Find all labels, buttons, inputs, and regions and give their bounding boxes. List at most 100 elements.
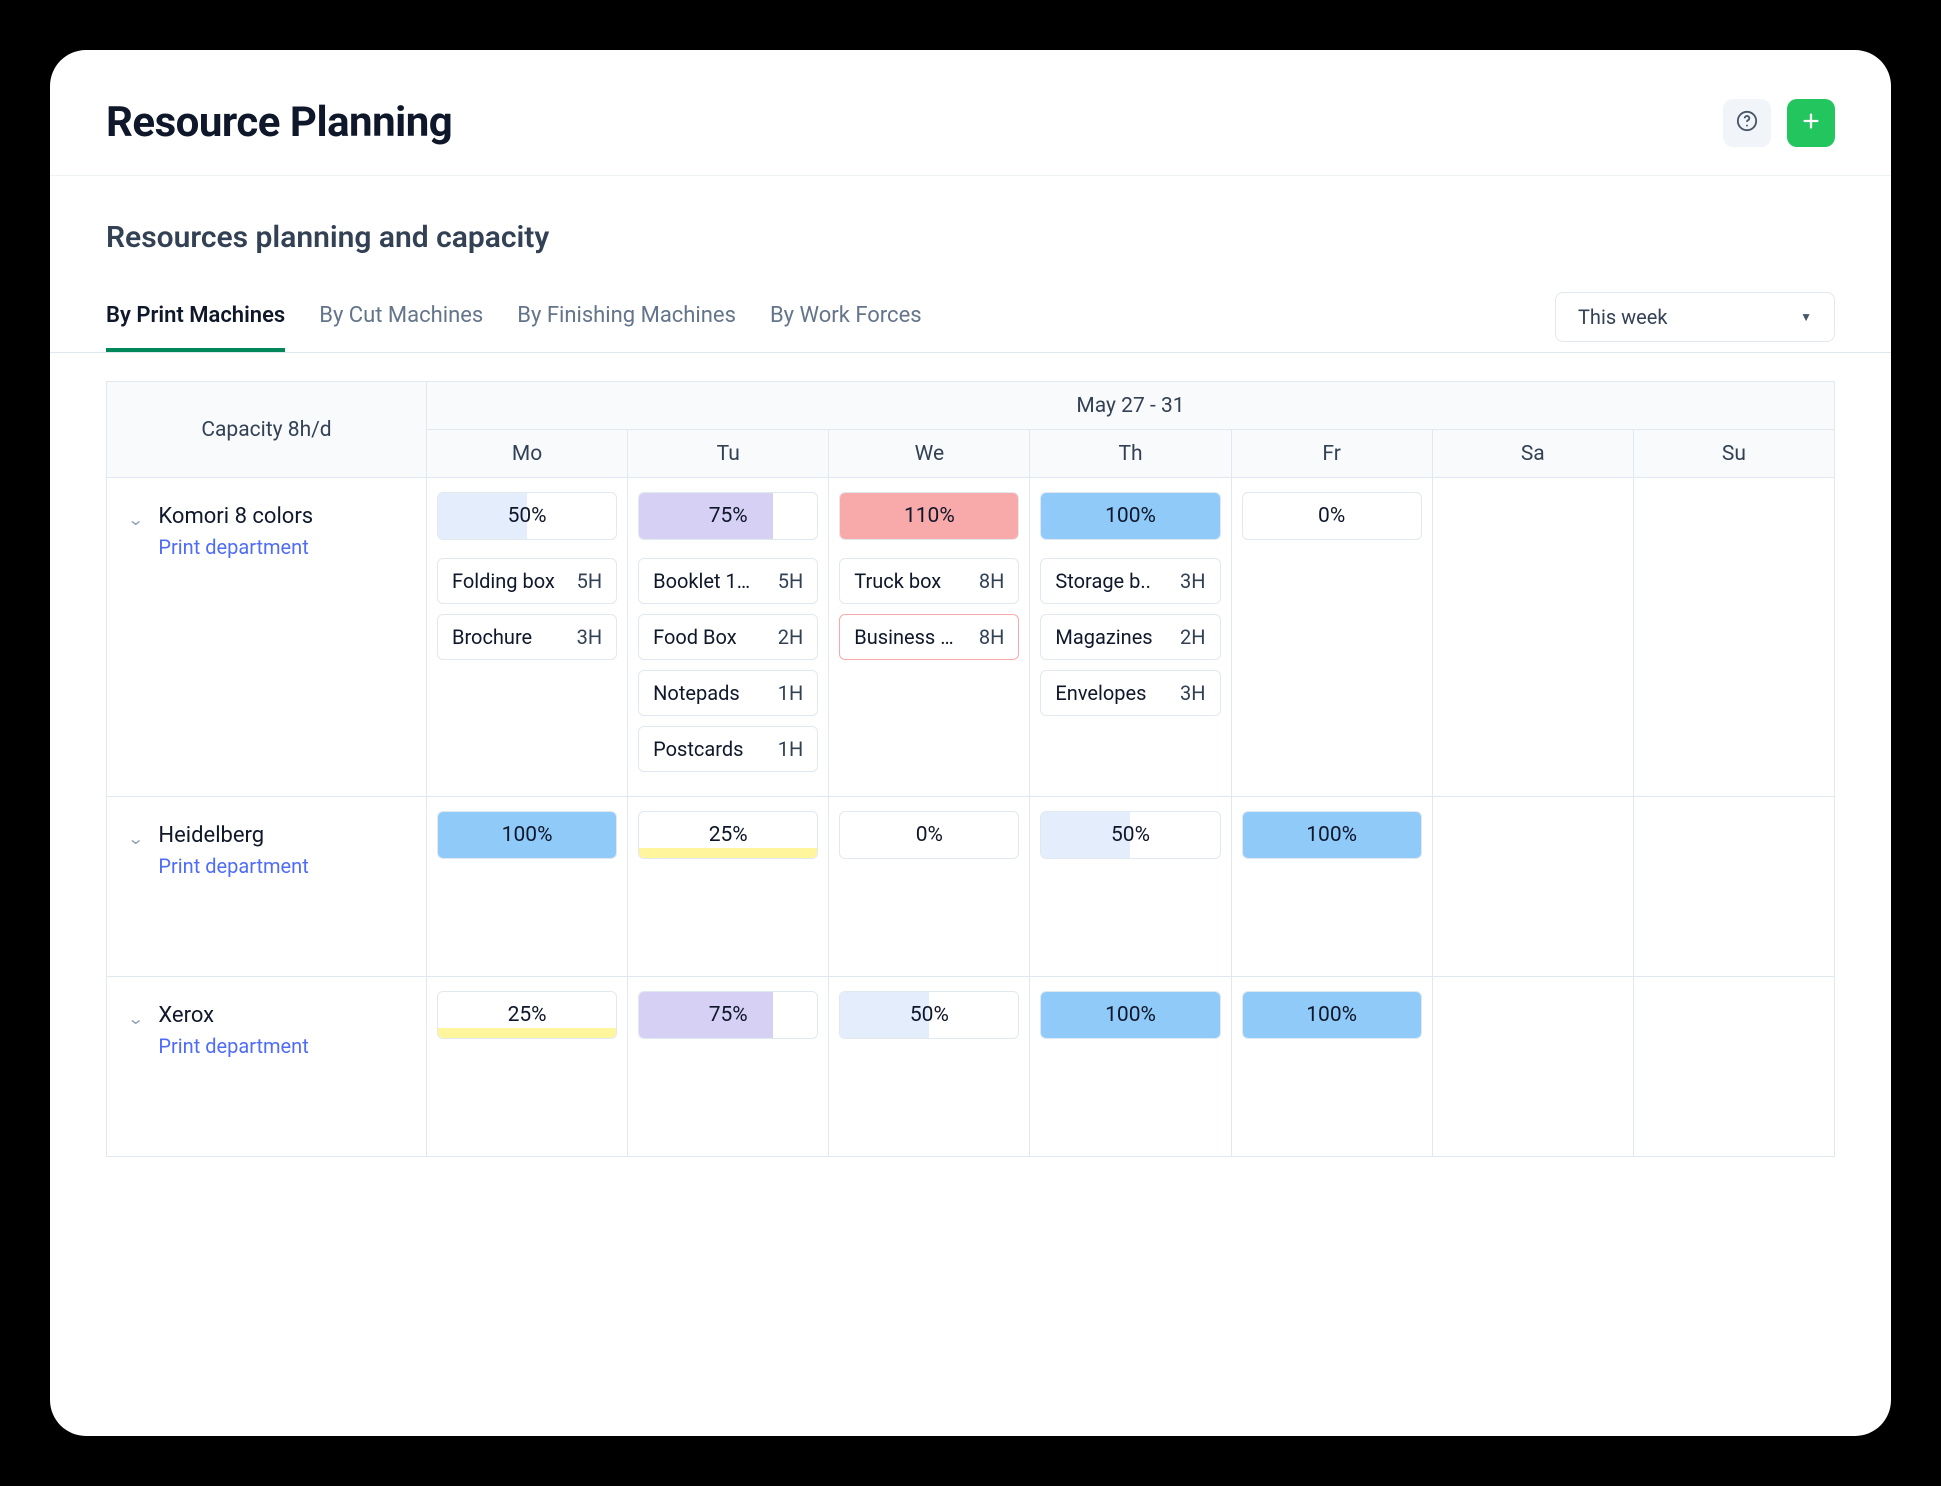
capacity-badge[interactable]: 50%	[437, 492, 617, 540]
page-header: Resource Planning	[50, 50, 1891, 175]
chevron-down-icon[interactable]: ⌄	[127, 1009, 144, 1028]
task-name: Postcards	[653, 737, 743, 761]
task-card[interactable]: Postcards1H	[638, 726, 818, 772]
resource-name: Heidelberg	[158, 823, 308, 848]
day-header-tu: Tu	[628, 430, 829, 478]
day-cell: 50%	[829, 977, 1030, 1157]
capacity-value: 50%	[910, 1003, 949, 1027]
day-cell: 75% Booklet 128..5H Food Box2H Notepads 1H Po…	[628, 478, 829, 797]
caret-down-icon: ▼	[1800, 310, 1812, 324]
tabs-row: By Print Machines By Cut Machines By Finis…	[50, 281, 1891, 353]
day-header-mo: Mo	[427, 430, 628, 478]
capacity-badge[interactable]: 25%	[437, 991, 617, 1039]
range-select-value: This week	[1578, 305, 1667, 329]
capacity-badge[interactable]: 110%	[839, 492, 1019, 540]
task-name: Food Box	[653, 625, 737, 649]
task-hours: 8H	[979, 625, 1005, 649]
task-hours: 5H	[577, 569, 603, 593]
task-card[interactable]: Envelopes3H	[1040, 670, 1220, 716]
capacity-badge[interactable]: 100%	[1242, 991, 1422, 1039]
task-hours: 3H	[1180, 569, 1206, 593]
task-card[interactable]: Notepads 1H	[638, 670, 818, 716]
day-cell: 100%	[1231, 977, 1432, 1157]
resource-department-link[interactable]: Print department	[158, 1034, 308, 1058]
resource-department-link[interactable]: Print department	[158, 854, 308, 878]
task-card[interactable]: Truck box8H	[839, 558, 1019, 604]
subtitle: Resources planning and capacity	[106, 220, 1835, 255]
capacity-badge[interactable]: 50%	[839, 991, 1019, 1039]
day-header-fr: Fr	[1231, 430, 1432, 478]
day-cell	[1633, 478, 1834, 797]
capacity-badge[interactable]: 0%	[1242, 492, 1422, 540]
resource-name: Xerox	[158, 1003, 308, 1028]
resource-name: Komori 8 colors	[158, 504, 313, 529]
day-cell: 100%	[427, 797, 628, 977]
table-wrap: Capacity 8h/d May 27 - 31 MoTuWeThFrSaSu…	[50, 353, 1891, 1213]
add-button[interactable]	[1787, 99, 1835, 147]
capacity-badge[interactable]: 75%	[638, 991, 818, 1039]
chevron-down-icon[interactable]: ⌄	[127, 829, 144, 848]
help-button[interactable]	[1723, 99, 1771, 147]
chevron-down-icon[interactable]: ⌄	[127, 510, 144, 529]
capacity-badge[interactable]: 0%	[839, 811, 1019, 859]
header-actions	[1723, 99, 1835, 147]
tabs: By Print Machines By Cut Machines By Finis…	[106, 281, 922, 352]
task-hours: 1H	[778, 681, 804, 705]
page-title: Resource Planning	[106, 98, 452, 147]
tab-by-print-machines[interactable]: By Print Machines	[106, 281, 285, 352]
subheader: Resources planning and capacity	[50, 175, 1891, 281]
plus-icon	[1800, 110, 1822, 135]
task-hours: 2H	[1180, 625, 1206, 649]
day-cell	[1432, 797, 1633, 977]
day-cell	[1633, 977, 1834, 1157]
capacity-badge[interactable]: 25%	[638, 811, 818, 859]
task-name: Brochure	[452, 625, 532, 649]
task-card[interactable]: Magazines2H	[1040, 614, 1220, 660]
task-card[interactable]: Folding box5H	[437, 558, 617, 604]
capacity-value: 110%	[904, 504, 955, 528]
task-name: Notepads	[653, 681, 740, 705]
capacity-header: Capacity 8h/d	[107, 382, 427, 478]
day-cell	[1432, 977, 1633, 1157]
capacity-value: 25%	[709, 823, 748, 847]
day-cell: 100%	[1231, 797, 1432, 977]
capacity-value: 50%	[508, 504, 547, 528]
capacity-value: 50%	[1111, 823, 1150, 847]
day-cell: 100%	[1030, 977, 1231, 1157]
day-cell: 25%	[628, 797, 829, 977]
day-cell: 0%	[829, 797, 1030, 977]
capacity-value: 100%	[502, 823, 553, 847]
day-header-sa: Sa	[1432, 430, 1633, 478]
capacity-value: 100%	[1306, 823, 1357, 847]
tab-by-work-forces[interactable]: By Work Forces	[770, 281, 922, 352]
task-name: Envelopes	[1055, 681, 1146, 705]
capacity-badge[interactable]: 100%	[1242, 811, 1422, 859]
tab-by-cut-machines[interactable]: By Cut Machines	[319, 281, 483, 352]
task-card[interactable]: Food Box2H	[638, 614, 818, 660]
range-select[interactable]: This week ▼	[1555, 292, 1835, 342]
tab-by-finishing-machines[interactable]: By Finishing Machines	[517, 281, 736, 352]
capacity-value: 100%	[1306, 1003, 1357, 1027]
app-card: Resource Planning Resources planning and…	[50, 50, 1891, 1436]
task-card[interactable]: Brochure3H	[437, 614, 617, 660]
task-name: Booklet 128..	[653, 569, 758, 593]
capacity-badge[interactable]: 100%	[437, 811, 617, 859]
capacity-badge[interactable]: 100%	[1040, 492, 1220, 540]
capacity-value: 75%	[709, 1003, 748, 1027]
task-hours: 8H	[979, 569, 1005, 593]
capacity-badge[interactable]: 100%	[1040, 991, 1220, 1039]
day-header-th: Th	[1030, 430, 1231, 478]
capacity-badge[interactable]: 50%	[1040, 811, 1220, 859]
day-cell: 50% Folding box5H Brochure3H	[427, 478, 628, 797]
resource-department-link[interactable]: Print department	[158, 535, 313, 559]
task-card[interactable]: Storage b.. 3H	[1040, 558, 1220, 604]
task-card[interactable]: Business c..8H	[839, 614, 1019, 660]
day-cell: 100% Storage b.. 3H Magazines2H Envelopes3H	[1030, 478, 1231, 797]
day-cell: 0%	[1231, 478, 1432, 797]
day-header-su: Su	[1633, 430, 1834, 478]
task-name: Storage b..	[1055, 569, 1150, 593]
day-cell: 25%	[427, 977, 628, 1157]
resource-cell: ⌄ Xerox Print department	[107, 977, 427, 1157]
task-card[interactable]: Booklet 128..5H	[638, 558, 818, 604]
capacity-badge[interactable]: 75%	[638, 492, 818, 540]
